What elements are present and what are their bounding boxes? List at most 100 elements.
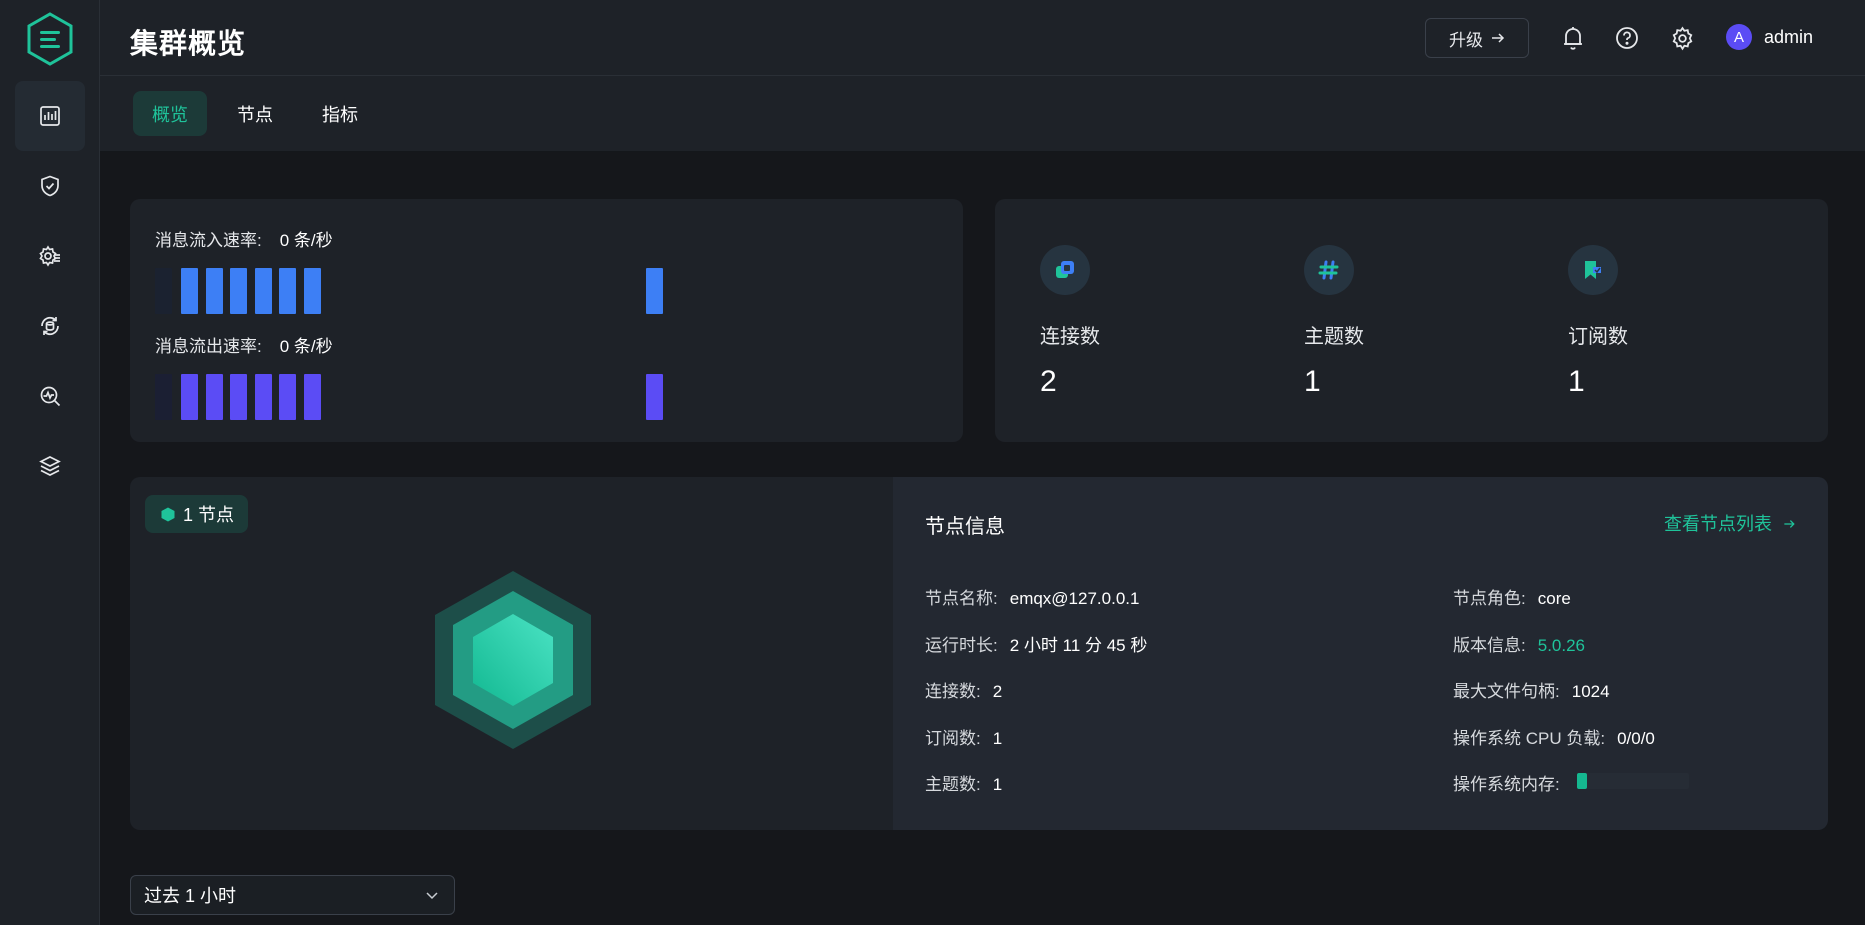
node-hexagon-graphic[interactable] <box>433 569 593 751</box>
connections-icon <box>1040 245 1090 295</box>
hexagon-icon <box>161 507 175 521</box>
data-integration-icon <box>41 316 59 336</box>
cpu-load-label: 操作系统 CPU 负载: <box>1453 729 1606 748</box>
version-label: 版本信息: <box>1453 636 1526 655</box>
outgoing-rate-row: 消息流出速率: 0 条/秒 <box>155 332 333 357</box>
stat-subscriptions-label: 订阅数 <box>1568 326 1628 348</box>
incoming-rate-value: 0 条/秒 <box>279 231 333 250</box>
outgoing-rate-bar <box>255 374 272 420</box>
time-range-select[interactable]: 过去 1 小时 <box>130 875 455 915</box>
time-range-value: 过去 1 小时 <box>144 886 237 906</box>
view-node-list-label: 查看节点列表 <box>1663 514 1772 534</box>
node-name-value: emqx@127.0.0.1 <box>1009 589 1140 608</box>
node-name-label: 节点名称: <box>925 589 998 608</box>
user-menu[interactable]: A admin <box>1726 24 1813 50</box>
outgoing-rate-bar <box>230 374 247 420</box>
node-connections-row: 连接数: 2 <box>925 677 1002 702</box>
tab-metrics[interactable]: 指标 <box>303 91 377 136</box>
node-topics-label: 主题数: <box>925 775 981 794</box>
sidebar-item-diagnose[interactable] <box>15 361 85 431</box>
dashboard-chart-icon <box>40 106 60 126</box>
stat-topics-label: 主题数 <box>1304 326 1364 348</box>
outgoing-rate-bar <box>181 374 198 420</box>
view-node-list-link[interactable]: 查看节点列表 <box>1664 510 1796 536</box>
uptime-label: 运行时长: <box>925 636 998 655</box>
outgoing-rate-bar <box>206 374 223 420</box>
avatar: A <box>1726 24 1752 50</box>
sidebar-item-integration[interactable] <box>15 291 85 361</box>
node-role-value: core <box>1537 589 1571 608</box>
stat-connections-label: 连接数 <box>1040 326 1100 348</box>
node-subscriptions-value: 1 <box>992 729 1003 748</box>
shield-check-icon <box>41 175 59 197</box>
layers-icon <box>39 456 61 476</box>
incoming-rate-row: 消息流入速率: 0 条/秒 <box>155 226 333 251</box>
node-card: 1 节点 节点信息 查看节点列表 节点名称: emqx@127.0.0.1 运行… <box>130 477 1828 830</box>
outgoing-rate-bar <box>304 374 321 420</box>
upgrade-button[interactable]: 升级 <box>1425 18 1529 58</box>
node-topology-panel: 1 节点 <box>130 477 893 830</box>
tab-bar: 概览 节点 指标 <box>100 76 1865 152</box>
emqx-logo-icon[interactable] <box>26 12 74 66</box>
sidebar-item-management[interactable] <box>15 221 85 291</box>
node-role-label: 节点角色: <box>1453 589 1526 608</box>
outgoing-rate-value: 0 条/秒 <box>279 337 333 356</box>
cpu-load-row: 操作系统 CPU 负载: 0/0/0 <box>1453 724 1655 749</box>
topic-hash-icon <box>1304 245 1354 295</box>
os-memory-progress <box>1577 773 1689 789</box>
os-memory-progress-fill <box>1577 773 1588 789</box>
max-fds-row: 最大文件句柄: 1024 <box>1453 677 1610 702</box>
cpu-load-value: 0/0/0 <box>1617 729 1655 748</box>
help-question-icon[interactable] <box>1613 24 1641 52</box>
incoming-rate-bar <box>255 268 272 314</box>
version-row: 版本信息: 5.0.26 <box>1453 631 1585 656</box>
upgrade-button-label: 升级 <box>1449 30 1483 50</box>
node-info-panel: 节点信息 查看节点列表 节点名称: emqx@127.0.0.1 运行时长: 2 小… <box>893 477 1828 830</box>
stat-subscriptions-value: 1 <box>1568 365 1585 398</box>
outgoing-rate-bar <box>155 374 172 420</box>
chevron-down-icon <box>426 892 438 900</box>
sidebar-item-access-control[interactable] <box>15 151 85 221</box>
app-root: 集群概览 升级 A admin 概览 节点 指标 消息流入速率: 0 条/秒 消… <box>0 0 1865 925</box>
node-topics-row: 主题数: 1 <box>925 770 1002 795</box>
page-title: 集群概览 <box>130 28 247 59</box>
incoming-rate-label: 消息流入速率: <box>155 231 262 250</box>
sidebar <box>0 0 100 925</box>
incoming-rate-bar <box>155 268 172 314</box>
tab-overview[interactable]: 概览 <box>133 91 207 136</box>
tab-nodes[interactable]: 节点 <box>218 91 292 136</box>
os-memory-row: 操作系统内存: <box>1453 770 1560 795</box>
message-rate-card: 消息流入速率: 0 条/秒 消息流出速率: 0 条/秒 <box>130 199 963 442</box>
sidebar-item-dashboard[interactable] <box>15 81 85 151</box>
max-fds-label: 最大文件句柄: <box>1453 682 1560 701</box>
node-subscriptions-row: 订阅数: 1 <box>925 724 1002 749</box>
top-header: 集群概览 升级 A admin <box>100 0 1865 76</box>
subscription-icon <box>1568 245 1618 295</box>
node-topics-value: 1 <box>992 775 1003 794</box>
outgoing-rate-bar <box>646 374 663 420</box>
username: admin <box>1764 26 1814 47</box>
uptime-row: 运行时长: 2 小时 11 分 45 秒 <box>925 631 1147 656</box>
stat-connections-value: 2 <box>1040 365 1057 398</box>
arrow-right-icon <box>1492 33 1505 43</box>
node-count-badge: 1 节点 <box>145 495 249 533</box>
incoming-rate-bar <box>181 268 198 314</box>
notification-bell-icon[interactable] <box>1559 24 1587 52</box>
settings-gear-icon[interactable] <box>1668 24 1696 52</box>
diagnose-search-icon <box>40 386 61 407</box>
incoming-rate-bar <box>206 268 223 314</box>
max-fds-value: 1024 <box>1571 682 1610 701</box>
incoming-rate-bar <box>279 268 296 314</box>
outgoing-rate-bar <box>279 374 296 420</box>
gear-list-icon <box>39 245 60 267</box>
outgoing-rate-label: 消息流出速率: <box>155 337 262 356</box>
incoming-rate-bar <box>230 268 247 314</box>
stat-topics-value: 1 <box>1304 365 1321 398</box>
incoming-rate-bar <box>646 268 663 314</box>
node-connections-value: 2 <box>992 682 1003 701</box>
node-info-title: 节点信息 <box>925 516 1005 538</box>
sidebar-item-extensions[interactable] <box>15 431 85 501</box>
arrow-right-icon <box>1784 520 1795 528</box>
node-count-label: 1 节点 <box>183 505 235 525</box>
node-name-row: 节点名称: emqx@127.0.0.1 <box>925 584 1139 609</box>
